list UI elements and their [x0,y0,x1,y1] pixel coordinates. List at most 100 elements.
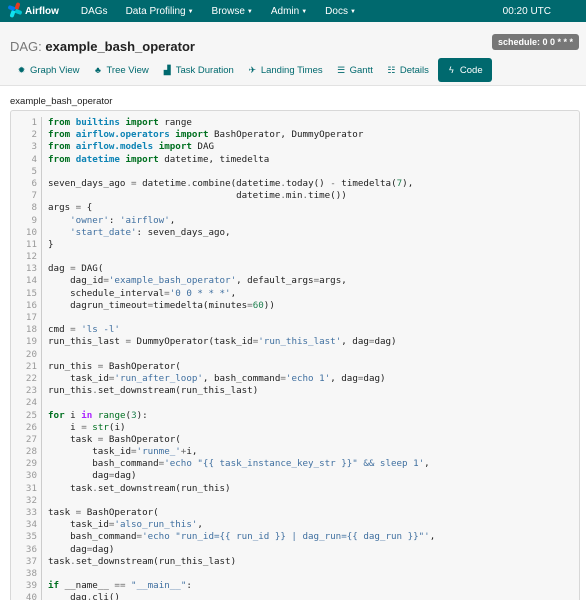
code-line: 35 bash_command='echo "run_id={{ run_id … [19,531,579,544]
nav-admin[interactable]: Admin ▼ [271,6,307,17]
dag-name[interactable]: example_bash_operator [45,39,195,54]
code-token: dag) [374,336,397,348]
code-token: )) [263,299,275,311]
tab-label: Code [459,64,483,76]
line-code: task.set_downstream(run_this_last) [42,556,236,568]
code-line: 23 run_this.set_downstream(run_this_last) [19,385,579,398]
code-line: 2 from airflow.operators import BashOpera… [19,129,579,142]
line-number: 17 [19,312,42,325]
code-token: set_downstream(run_this_last) [75,555,237,567]
line-number: 14 [19,275,42,288]
code-token: task [48,433,98,445]
code-token: BashOperator, DummyOperator [208,129,364,141]
code-line: 4 from datetime import datetime, timedelt… [19,153,579,166]
nav-docs-label: Docs [325,5,348,17]
code-token: 'start_date' [70,226,137,238]
code-token: seven_days_ago [48,177,131,189]
code-line: 38 [19,567,579,581]
line-code: task = BashOperator( [42,434,181,446]
code-line: 16 dagrun_timeout=timedelta(minutes=60)) [19,299,579,312]
code-token: import [125,153,159,165]
tab-code[interactable]: ϟ Code [437,58,492,82]
line-code: args = { [42,202,92,214]
view-tabs: ✹ Graph View ♣ Tree View ▟ Task Duration… [10,58,492,82]
line-number: 9 [19,214,42,227]
code-token: set_downstream(run_this_last) [97,385,259,397]
tab-graph-view[interactable]: ✹ Graph View [10,58,86,82]
tab-tree-view[interactable]: ♣ Tree View [86,58,155,82]
tab-gantt[interactable]: ☰ Gantt [330,58,380,82]
nav-dags[interactable]: DAGs [81,6,108,17]
line-code: bash_command='echo "{{ task_instance_key… [42,458,429,470]
code-token: timedelta( [335,177,397,189]
tab-label: Task Duration [175,64,234,76]
line-code: dag = DAG( [42,263,103,275]
nav-browse[interactable]: Browse ▼ [212,6,253,17]
code-token: i, [186,446,198,458]
code-token: task [48,482,93,494]
tab-details[interactable]: ☷ Details [380,58,436,82]
code-token: dag) [363,372,386,384]
bolt-icon: ϟ [449,65,454,75]
brand-link[interactable]: Airflow [7,2,59,19]
code-token: : seven_days_ago, [136,226,231,238]
code-line: 39 if __name__ == "__main__": [19,580,579,593]
line-code: task.set_downstream(run_this) [42,482,230,495]
line-number: 12 [19,251,42,264]
nav-admin-label: Admin [270,5,300,17]
top-navbar: Airflow DAGs Data Profiling ▼ Browse ▼ Adm… [0,0,586,22]
code-token: bash_command [48,531,137,543]
gantt-icon: ☰ [337,64,346,75]
nav-data-profiling[interactable]: Data Profiling ▼ [126,6,194,17]
chart-icon: ▟ [163,64,171,75]
code-token: run_this [48,385,93,397]
line-code: from airflow.models import DAG [42,141,214,153]
code-line: 18 cmd = 'ls -l' [19,324,579,337]
line-number: 11 [19,238,42,252]
code-line: 31 task.set_downstream(run_this) [19,482,579,495]
code-token: __name__ [59,580,115,592]
code-token: dag [48,470,109,482]
code-token: import [175,129,209,141]
code-token: BashOperator( [81,507,159,518]
code-line: 12 [19,251,579,264]
tab-task-duration[interactable]: ▟ Task Duration [156,58,241,82]
line-code: from airflow.operators import BashOperat… [42,129,363,141]
code-token: 'run_after_loop' [114,372,203,384]
code-token: if [48,580,60,592]
code-token: time()) [308,190,347,202]
code-token: BashOperator( [103,433,181,445]
line-number: 37 [19,555,42,568]
code-token: args, [319,275,347,287]
code-token: 'owner' [70,214,109,226]
code-token: ), [402,177,414,189]
code-line: 9 'owner': 'airflow', [19,214,579,227]
code-token: , [197,519,203,531]
code-viewer[interactable]: 1 from builtins import range 2 from airflow… [10,110,580,600]
line-code: cmd = 'ls -l' [42,324,120,336]
tab-landing-times[interactable]: ✈ Landing Times [241,58,330,82]
line-code: dag.cli() [42,592,120,600]
code-token: from [48,117,71,128]
code-token: "__main__" [131,580,187,592]
line-code: datetime.min.time()) [42,190,347,202]
nav-docs[interactable]: Docs ▼ [325,6,356,17]
line-number: 36 [19,543,42,556]
tree-icon: ♣ [95,65,101,75]
code-token: BashOperator( [103,360,181,372]
code-token: } [48,238,54,250]
code-token: , dag [341,336,369,348]
code-line: 15 schedule_interval='0 0 * * *', [19,287,579,300]
code-token: str [92,421,109,433]
code-token: airflow.operators [75,129,170,141]
line-number: 34 [19,519,42,532]
code-line: 28 task_id='runme_'+i, [19,446,579,459]
code-token: (i) [108,421,126,433]
line-number: 8 [19,202,42,215]
caret-down-icon: ▼ [187,9,194,15]
code-token: i [64,409,82,421]
